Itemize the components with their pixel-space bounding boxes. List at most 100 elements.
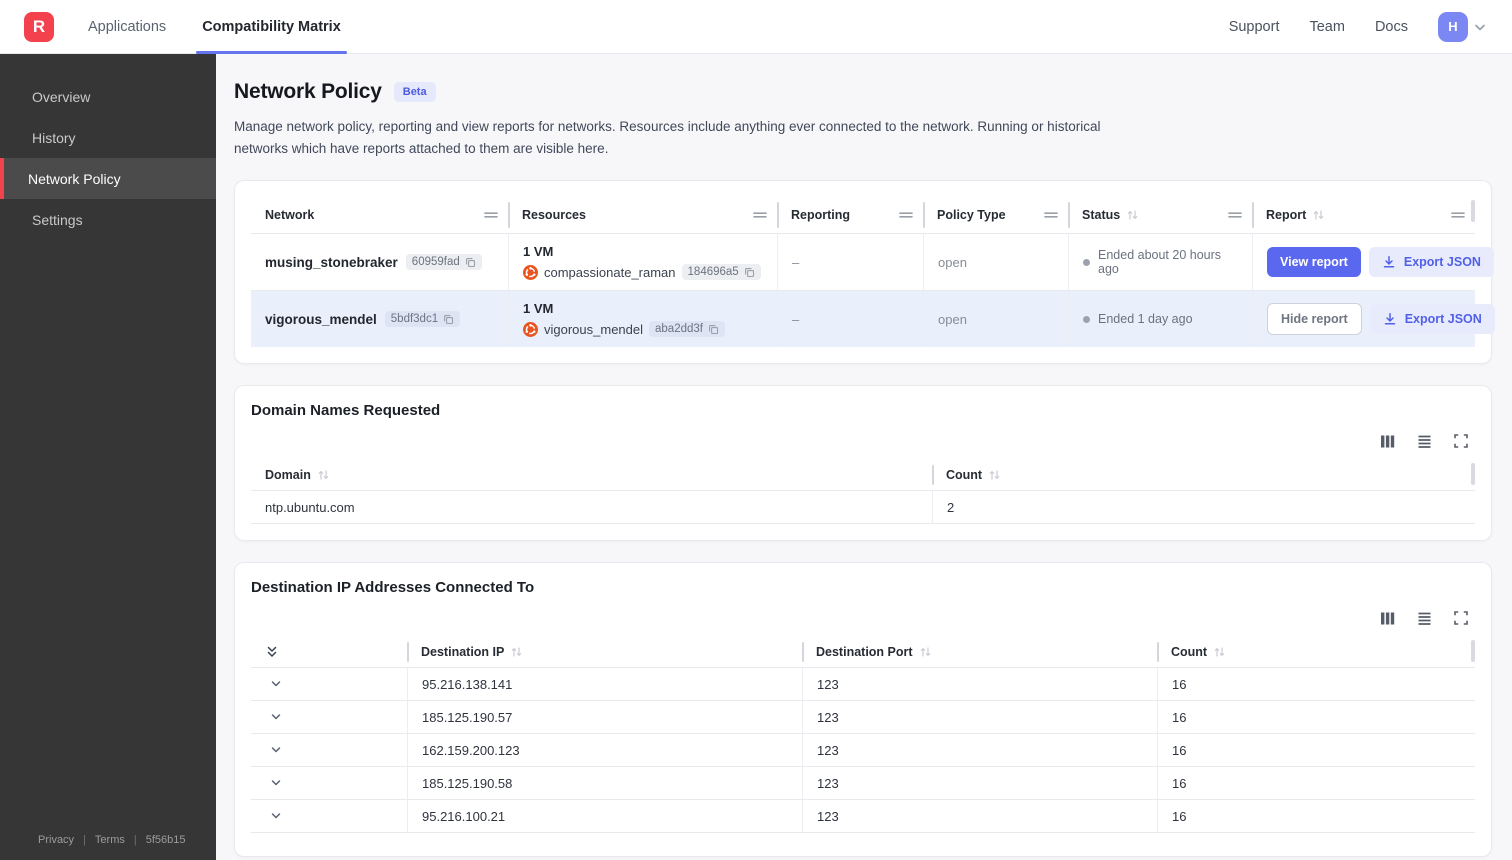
destination-port-cell: 123 xyxy=(802,767,1157,800)
nav-link-team[interactable]: Team xyxy=(1309,19,1344,35)
column-header-report: Report xyxy=(1252,197,1475,233)
app-logo[interactable]: R xyxy=(24,11,54,42)
chevron-down-icon xyxy=(1472,19,1488,35)
row-expander[interactable] xyxy=(251,668,407,700)
column-label: Resources xyxy=(522,208,586,223)
status-dot xyxy=(1083,315,1090,323)
column-label: Destination Port xyxy=(816,645,913,660)
sidebar-item-overview[interactable]: Overview xyxy=(0,76,216,117)
destination-ip-cell: 185.125.190.57 xyxy=(407,701,802,734)
destination-port-cell: 123 xyxy=(802,734,1157,767)
copy-icon[interactable] xyxy=(465,257,476,268)
network-id: 5bdf3dc1 xyxy=(390,313,439,326)
resource-id: aba2dd3f xyxy=(655,323,703,336)
column-menu-icon[interactable] xyxy=(1228,210,1242,220)
column-menu-icon[interactable] xyxy=(899,210,913,220)
network-row[interactable]: musing_stonebraker 60959fad 1 VM compass… xyxy=(251,233,1494,291)
column-label: Report xyxy=(1266,208,1307,223)
avatar[interactable]: H xyxy=(1438,11,1468,42)
sort-icon[interactable] xyxy=(919,646,932,658)
ubuntu-icon xyxy=(523,321,538,337)
beta-badge: Beta xyxy=(393,82,436,102)
row-expander[interactable] xyxy=(251,734,407,766)
column-menu-icon[interactable] xyxy=(484,210,498,220)
sort-icon[interactable] xyxy=(317,469,330,481)
destination-table-header: Destination IP Destination Port Count xyxy=(251,637,1475,667)
column-label: Network xyxy=(265,208,315,223)
divider: | xyxy=(83,834,86,846)
resource-count: 1 VM xyxy=(523,244,554,260)
status-dot xyxy=(1083,258,1090,266)
tab-applications[interactable]: Applications xyxy=(88,0,166,54)
column-menu-icon[interactable] xyxy=(1451,210,1465,220)
copy-icon[interactable] xyxy=(443,314,454,325)
count-cell: 16 xyxy=(1157,800,1475,833)
rows-icon[interactable] xyxy=(1416,610,1433,627)
destination-row[interactable]: 95.216.138.141 123 16 xyxy=(251,667,1475,701)
card-title: Destination IP Addresses Connected To xyxy=(251,579,535,597)
destination-row[interactable]: 185.125.190.58 123 16 xyxy=(251,766,1475,800)
destination-ip-cell: 185.125.190.58 xyxy=(407,767,802,800)
terms-link[interactable]: Terms xyxy=(95,834,125,846)
copy-icon[interactable] xyxy=(744,267,755,278)
double-chevron-down-icon[interactable] xyxy=(265,645,279,660)
count-cell: 16 xyxy=(1157,668,1475,701)
reporting-cell: – xyxy=(777,234,923,291)
tab-compatibility-matrix[interactable]: Compatibility Matrix xyxy=(196,0,347,54)
expand-icon[interactable] xyxy=(1453,610,1469,627)
network-id-pill: 60959fad xyxy=(405,254,482,271)
row-expander[interactable] xyxy=(251,701,407,733)
sort-icon[interactable] xyxy=(1213,646,1226,658)
columns-icon[interactable] xyxy=(1379,433,1396,450)
column-menu-icon[interactable] xyxy=(1044,210,1058,220)
expand-icon[interactable] xyxy=(1453,433,1469,450)
column-header-status: Status xyxy=(1068,197,1252,233)
columns-icon[interactable] xyxy=(1379,610,1396,627)
column-menu-icon[interactable] xyxy=(753,210,767,220)
resource-id: 184696a5 xyxy=(687,266,739,279)
domain-table-header: Domain Count xyxy=(251,460,1475,490)
destination-row[interactable]: 162.159.200.123 123 16 xyxy=(251,733,1475,767)
privacy-link[interactable]: Privacy xyxy=(38,834,74,846)
column-header-resources: Resources xyxy=(508,197,777,233)
sidebar-item-settings[interactable]: Settings xyxy=(0,199,216,240)
page-description: Manage network policy, reporting and vie… xyxy=(234,119,1101,156)
sidebar-item-history[interactable]: History xyxy=(0,117,216,158)
expand-all-header xyxy=(251,637,407,667)
column-header-domain: Domain xyxy=(251,460,932,490)
column-label: Status xyxy=(1082,208,1121,223)
resource-name: compassionate_raman xyxy=(544,264,676,280)
export-json-button[interactable]: Export JSON xyxy=(1369,304,1495,335)
row-expander[interactable] xyxy=(251,800,407,832)
sort-icon[interactable] xyxy=(510,646,523,658)
networks-card: Network Resources Reporting Policy Type … xyxy=(234,180,1495,365)
sort-icon[interactable] xyxy=(1126,209,1139,221)
network-row[interactable]: vigorous_mendel 5bdf3dc1 1 VM vigorous_m… xyxy=(251,290,1495,348)
nav-link-docs[interactable]: Docs xyxy=(1375,19,1408,35)
view-report-button[interactable]: View report xyxy=(1267,247,1361,278)
destination-row[interactable]: 95.216.100.21 123 16 xyxy=(251,799,1475,833)
destination-ip-cell: 95.216.138.141 xyxy=(407,668,802,701)
export-json-button[interactable]: Export JSON xyxy=(1368,247,1494,278)
hide-report-button[interactable]: Hide report xyxy=(1267,303,1362,336)
domain-row[interactable]: ntp.ubuntu.com 2 xyxy=(251,490,1475,524)
destination-ip-cell: 95.216.100.21 xyxy=(407,800,802,833)
rows-icon[interactable] xyxy=(1416,433,1433,450)
sidebar-item-network-policy[interactable]: Network Policy xyxy=(0,158,216,199)
sort-icon[interactable] xyxy=(988,469,1001,481)
user-menu[interactable]: H xyxy=(1438,11,1488,42)
count-cell: 2 xyxy=(932,491,1475,524)
copy-icon[interactable] xyxy=(708,324,719,335)
column-header-network: Network xyxy=(251,197,508,233)
networks-table-header: Network Resources Reporting Policy Type … xyxy=(251,197,1475,233)
destination-row[interactable]: 185.125.190.57 123 16 xyxy=(251,700,1475,734)
sidebar-footer: Privacy | Terms | 5f56b15 xyxy=(0,834,216,860)
destination-ip-cell: 162.159.200.123 xyxy=(407,734,802,767)
network-id-pill: 5bdf3dc1 xyxy=(384,311,461,328)
row-expander[interactable] xyxy=(251,767,407,799)
nav-link-support[interactable]: Support xyxy=(1229,19,1280,35)
column-header-count: Count xyxy=(932,460,1475,490)
column-header-destination-port: Destination Port xyxy=(802,637,1157,667)
column-label: Policy Type xyxy=(937,208,1006,223)
sort-icon[interactable] xyxy=(1312,209,1325,221)
